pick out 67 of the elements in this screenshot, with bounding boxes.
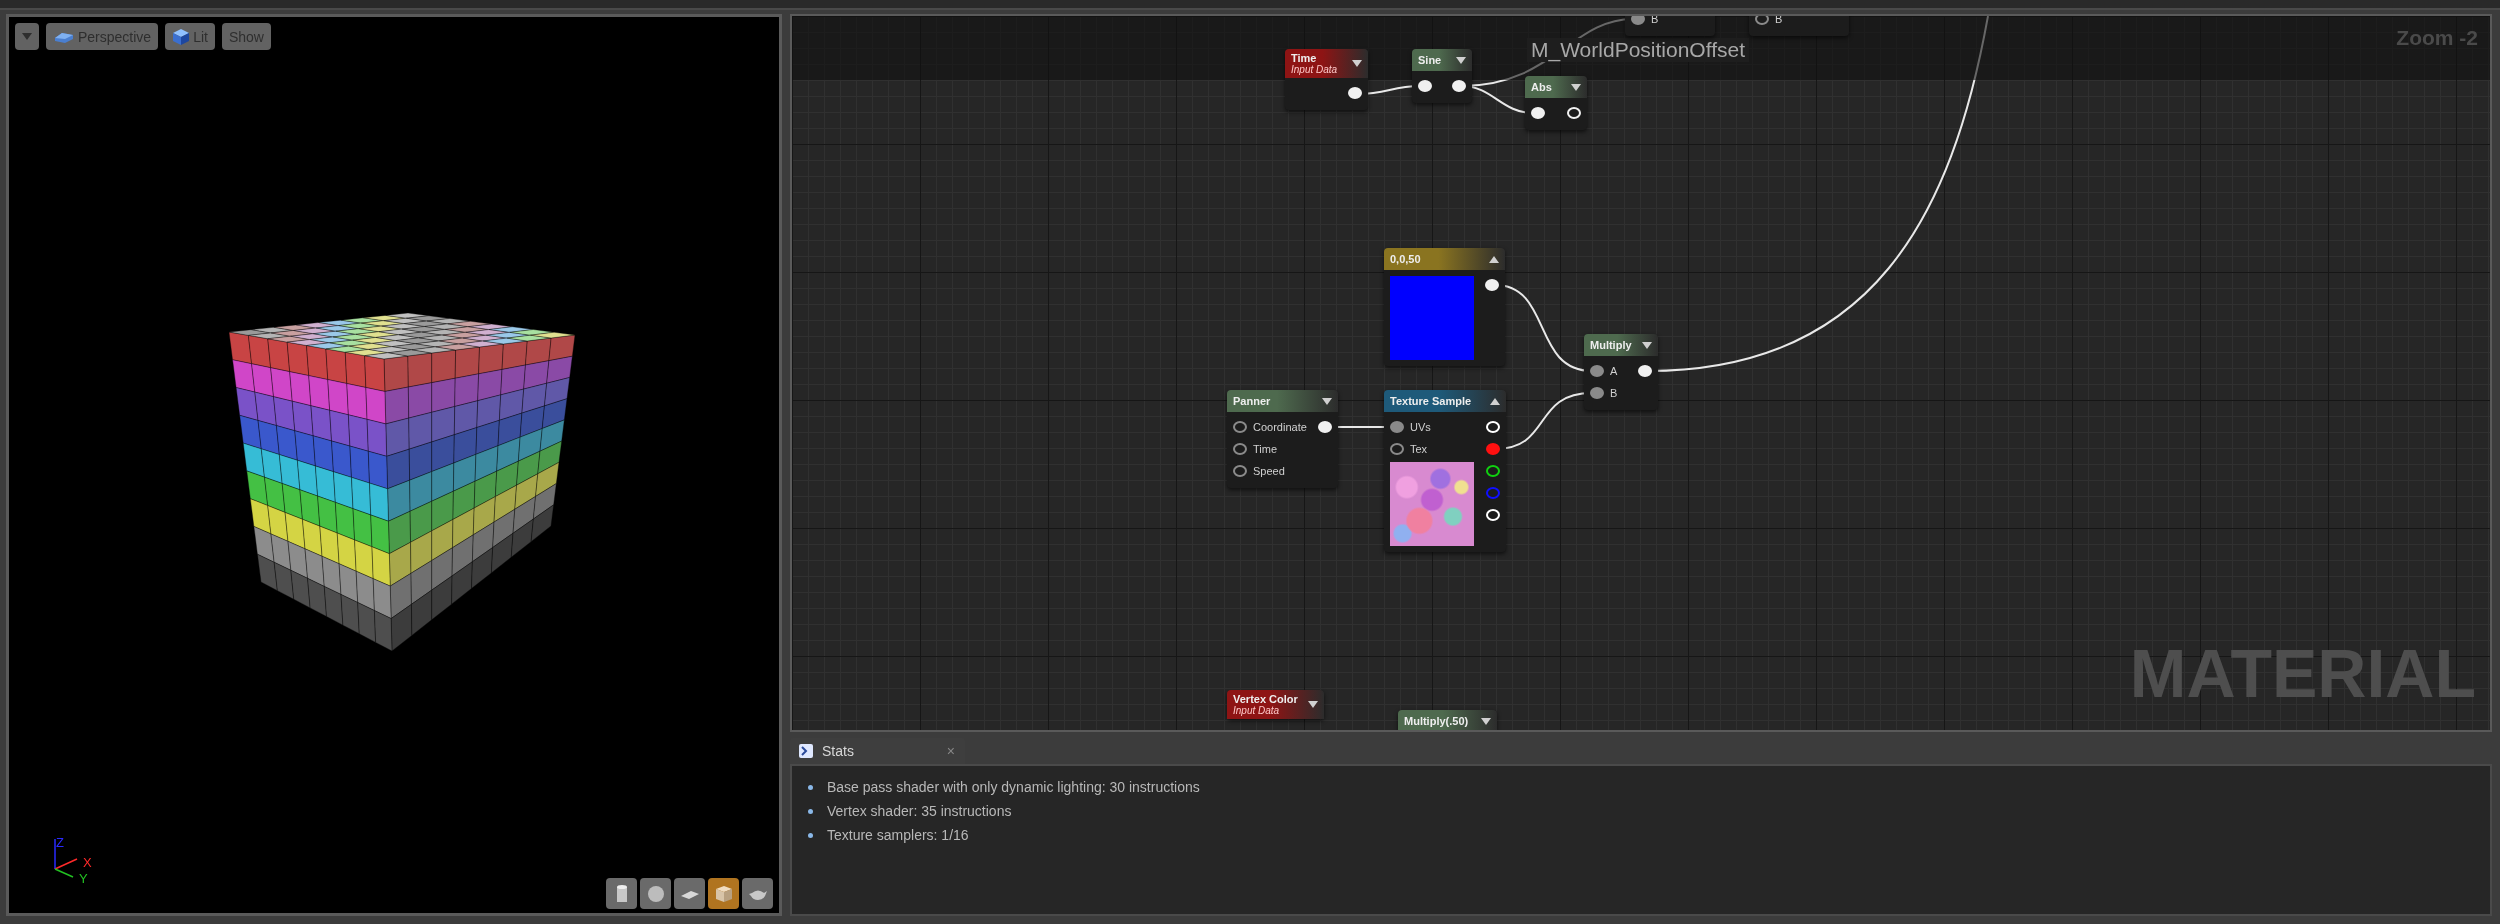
graph-node[interactable]: B	[1625, 16, 1715, 36]
bullet-icon	[808, 808, 813, 814]
node-title: Vertex Color	[1233, 693, 1298, 705]
caret-icon[interactable]	[1308, 701, 1318, 708]
pin-label: Speed	[1253, 465, 1285, 477]
bullet-icon	[808, 784, 813, 790]
preview-shape-button[interactable]	[606, 878, 637, 909]
node-title: 0,0,50	[1390, 253, 1421, 265]
node-title: Sine	[1418, 54, 1442, 66]
caret-icon[interactable]	[1490, 397, 1500, 405]
teapot-icon	[748, 890, 767, 900]
cube-icon	[715, 885, 732, 902]
graph-node[interactable]: B	[1749, 16, 1849, 36]
preview-shape-button[interactable]	[708, 878, 739, 909]
plane-icon	[680, 890, 699, 899]
node-subtitle: Input Data	[1291, 64, 1338, 75]
pin-label: B	[1651, 16, 1659, 25]
preview-shape-button[interactable]	[640, 878, 671, 909]
caret-icon[interactable]	[1481, 717, 1491, 725]
console-icon	[798, 743, 814, 759]
caret-icon[interactable]	[1352, 60, 1362, 67]
node-title: Abs	[1531, 81, 1552, 93]
node-subtitle: Input Data	[1233, 705, 1281, 716]
graph-node[interactable]: Abs	[1525, 76, 1587, 130]
stats-line: Texture samplers: 1/16	[827, 827, 969, 843]
graph-title: M_WorldPositionOffset	[1527, 38, 1749, 62]
graph-node[interactable]: Sine	[1412, 49, 1472, 103]
pin-label: Tex	[1410, 443, 1428, 455]
pin-label: B	[1775, 16, 1783, 25]
axis-label: Y	[79, 871, 88, 886]
graph-node[interactable]: Multiply A B	[1584, 334, 1658, 410]
pin-label: Coordinate	[1253, 421, 1307, 433]
bullet-icon	[808, 832, 813, 838]
node-title: Multiply	[1590, 339, 1632, 351]
graph-node[interactable]: Panner Coordinate Time Speed	[1227, 390, 1338, 488]
caret-icon	[22, 33, 32, 40]
node-title: Texture Sample	[1390, 395, 1472, 407]
axis-lines-icon	[54, 838, 78, 878]
caret-icon[interactable]	[1456, 56, 1466, 64]
axis-label: X	[83, 855, 92, 870]
pin-label: UVs	[1410, 421, 1431, 433]
caret-icon[interactable]	[1571, 83, 1581, 91]
graph-node[interactable]: Texture Sample UVs Tex	[1384, 390, 1506, 552]
preview-shape-button[interactable]	[742, 878, 773, 909]
tab-label: Stats	[822, 743, 855, 759]
node-title: Time	[1291, 52, 1318, 64]
material-label: MATERIAL	[2129, 634, 2476, 712]
stats-line: Vertex shader: 35 instructions	[827, 803, 1012, 819]
pin-icon[interactable]	[1486, 465, 1500, 477]
cylinder-icon	[616, 884, 627, 902]
sphere-icon	[647, 885, 664, 902]
graph-node[interactable]: Multiply(.50)	[1398, 710, 1497, 730]
graph-node[interactable]: Time Input Data	[1285, 49, 1368, 110]
graph-node[interactable]: Vertex Color Input Data	[1227, 690, 1324, 719]
caret-icon[interactable]	[1322, 397, 1332, 405]
stats-line: Base pass shader with only dynamic lighting: 30 instructions	[827, 779, 1200, 795]
axis-label: Z	[56, 837, 64, 850]
node-title: Multiply(.50)	[1404, 715, 1469, 727]
preview-shape-button[interactable]	[674, 878, 705, 909]
pin-label: B	[1610, 387, 1618, 399]
node-title: Panner	[1233, 395, 1271, 407]
caret-icon[interactable]	[1642, 341, 1652, 349]
pin-label: A	[1610, 365, 1618, 377]
cube-icon	[172, 27, 191, 46]
graph-node[interactable]: 0,0,50	[1384, 248, 1505, 366]
pin-label: Time	[1253, 443, 1278, 455]
caret-icon[interactable]	[1489, 255, 1499, 263]
